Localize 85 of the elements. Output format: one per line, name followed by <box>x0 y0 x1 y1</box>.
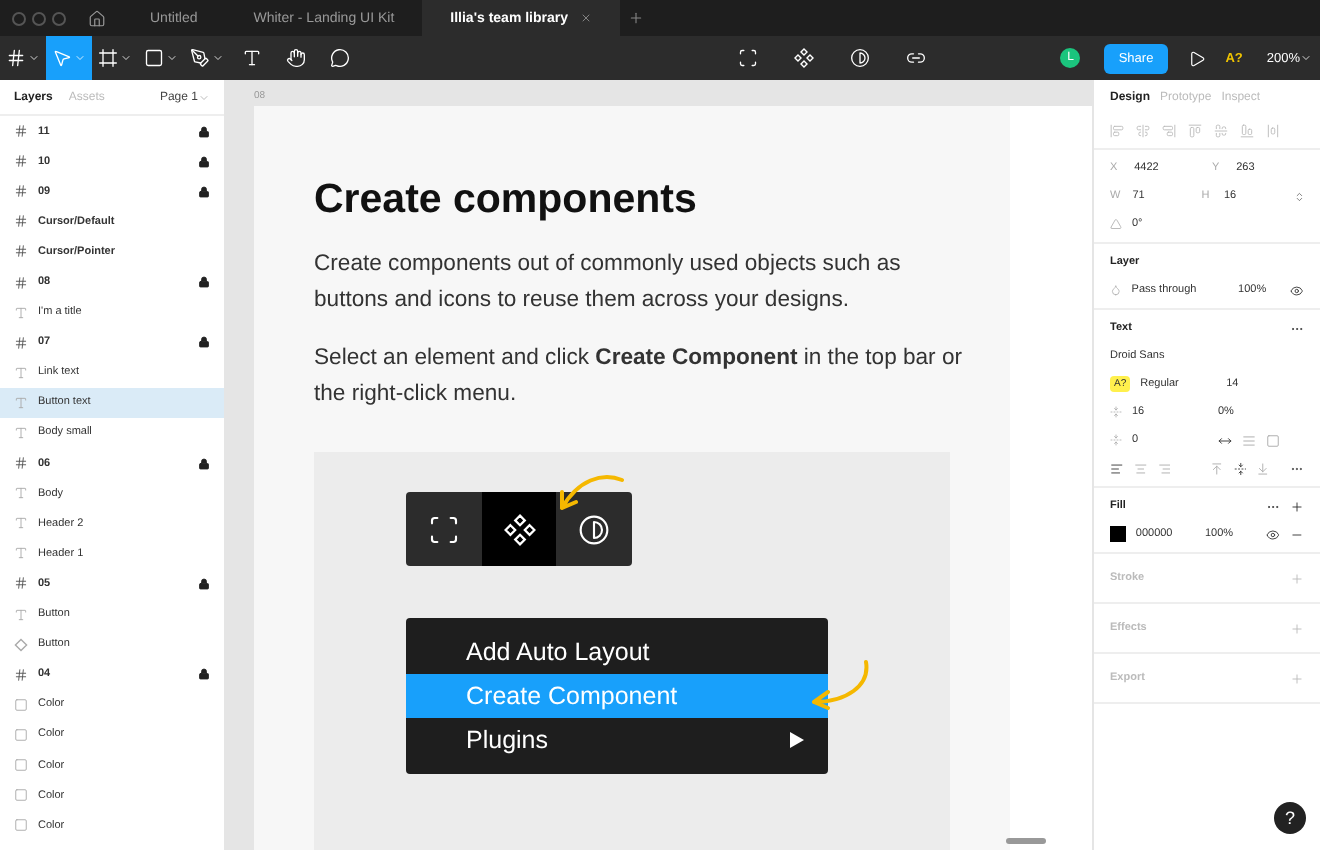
text-icon <box>242 48 262 68</box>
align-top-icon <box>1209 461 1224 475</box>
lock-icon <box>198 457 210 470</box>
new-tab-icon <box>628 10 645 26</box>
comment-icon <box>330 48 350 68</box>
blend-icon <box>1110 284 1122 296</box>
add-icon <box>1290 621 1304 635</box>
submenu-arrow-icon <box>790 732 804 748</box>
hand-icon <box>286 48 306 68</box>
diamond-icon <box>14 637 28 652</box>
frame-icon <box>14 124 28 139</box>
add-icon <box>1290 671 1304 685</box>
lock-icon <box>198 668 210 681</box>
distribute-icon <box>1266 123 1280 137</box>
paragraph-spacing-icon <box>1110 434 1122 446</box>
align-top-icon <box>1188 123 1202 137</box>
align-bottom-icon <box>1256 461 1271 475</box>
caret-icon <box>198 91 210 103</box>
line-height-icon <box>1110 406 1122 418</box>
text-icon <box>14 607 28 622</box>
lock-icon <box>198 185 210 198</box>
lock-icon <box>198 577 210 590</box>
text-icon <box>14 305 28 320</box>
frame-icon <box>14 184 28 199</box>
text-icon <box>14 546 28 561</box>
pen-icon <box>190 48 210 68</box>
align-center-icon <box>1133 461 1148 475</box>
component-icon <box>793 48 814 68</box>
text-icon <box>14 516 28 531</box>
corners-icon <box>737 48 758 68</box>
frame-icon <box>14 275 28 290</box>
link-icon <box>905 48 926 68</box>
lock-icon <box>198 125 210 138</box>
align-middle-icon <box>1233 461 1247 475</box>
heading: Create components <box>314 176 699 224</box>
home-icon <box>88 9 106 27</box>
text-icon <box>14 486 28 501</box>
text-icon <box>14 395 28 410</box>
half-circle-icon <box>849 48 870 68</box>
fixed-size-icon <box>1266 433 1280 447</box>
auto-height-icon <box>1242 433 1256 447</box>
frame-icon <box>14 154 28 169</box>
caret-icon <box>74 52 86 64</box>
caret-icon <box>120 52 132 64</box>
align-middle-icon <box>1214 123 1228 137</box>
frame-icon <box>14 335 28 350</box>
align-center-icon <box>1136 123 1150 137</box>
caret-icon <box>212 52 224 64</box>
angle-icon <box>1110 218 1122 230</box>
paragraph: Create components out of commonly used objects such as buttons and icons to reuse them across your designs. <box>314 250 903 315</box>
auto-width-icon <box>1218 433 1232 447</box>
add-icon <box>1290 499 1304 513</box>
paragraph: Select an element and click Create Component in the top bar or the right-click menu. <box>314 344 965 409</box>
rectangle-icon <box>144 48 164 68</box>
corners-icon <box>427 513 460 545</box>
color-swatch[interactable] <box>1110 526 1126 542</box>
align-left-icon <box>1110 123 1124 137</box>
lock-icon <box>198 336 210 349</box>
text-icon <box>14 425 28 440</box>
caret-icon <box>28 52 40 64</box>
menu-icon <box>6 48 26 68</box>
constrain-icon <box>1293 189 1304 203</box>
caret-icon <box>166 52 178 64</box>
arrow-drawing <box>554 472 626 516</box>
component-icon <box>503 513 535 545</box>
align-right-icon <box>1162 123 1176 137</box>
lock-icon <box>198 155 210 168</box>
lock-icon <box>198 276 210 289</box>
frame-icon <box>14 456 28 471</box>
align-right-icon <box>1157 461 1171 475</box>
frame-icon <box>14 576 28 591</box>
align-bottom-icon <box>1240 123 1254 137</box>
frame-icon <box>14 244 28 259</box>
text-icon <box>14 365 28 380</box>
frame-icon <box>14 214 28 229</box>
caret-icon <box>1300 52 1312 64</box>
frame-icon <box>14 667 28 682</box>
frame-icon <box>98 48 118 68</box>
pointer-icon <box>52 48 72 68</box>
close-icon <box>580 12 593 24</box>
align-left-icon <box>1110 461 1124 475</box>
play-icon <box>1187 49 1206 67</box>
scrollbar-handle[interactable] <box>1006 838 1046 844</box>
half-circle-icon <box>578 513 611 545</box>
add-icon <box>1290 571 1304 585</box>
